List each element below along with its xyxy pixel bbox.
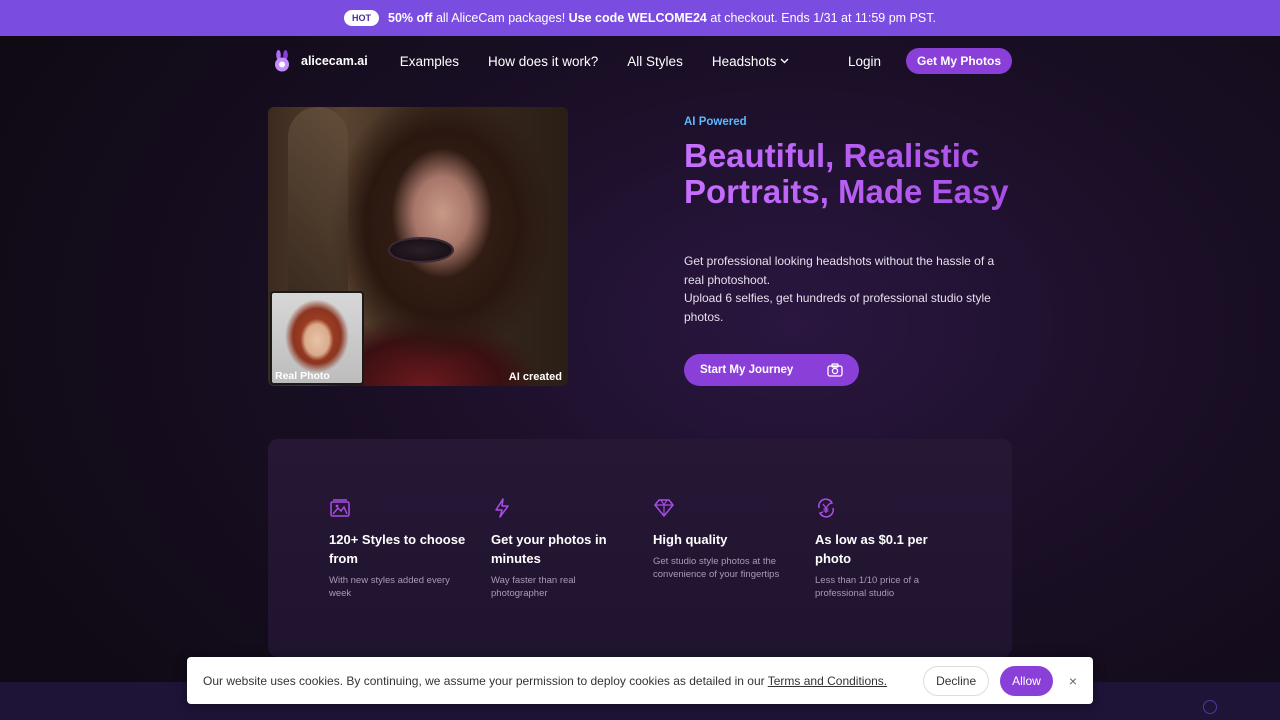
cookie-message: Our website uses cookies. By continuing,…: [203, 673, 768, 688]
login-link[interactable]: Login: [848, 54, 881, 69]
hero-subtext: Get professional looking headshots witho…: [684, 252, 1014, 326]
close-icon[interactable]: ×: [1069, 673, 1077, 689]
start-my-journey-label: Start My Journey: [700, 364, 794, 376]
hero-headline: Beautiful, Realistic Portraits, Made Eas…: [684, 138, 1014, 210]
features-panel: 120+ Styles to choose from With new styl…: [268, 439, 1012, 657]
real-photo-thumbnail: Real Photo: [270, 291, 364, 385]
terms-link[interactable]: Terms and Conditions.: [768, 674, 887, 688]
logo[interactable]: alicecam.ai: [273, 50, 368, 72]
feature-title: High quality: [653, 532, 728, 547]
promo-text-1: all AliceCam packages!: [432, 11, 569, 25]
nav-all-styles[interactable]: All Styles: [627, 54, 683, 69]
nav-how-it-works[interactable]: How does it work?: [488, 54, 598, 69]
background-arch: [288, 107, 348, 307]
eyebrow: AI Powered: [684, 116, 747, 128]
promo-code: Use code WELCOME24: [568, 11, 707, 25]
feature-desc: With new styles added every week: [329, 575, 450, 599]
feature-speed: Get your photos in minutes Way faster th…: [491, 497, 653, 657]
nav-headshots[interactable]: Headshots: [712, 54, 790, 69]
nav-examples[interactable]: Examples: [400, 54, 459, 69]
hero-subtext-1: Get professional looking headshots witho…: [684, 254, 995, 287]
feature-quality: High quality Get studio style photos at …: [653, 497, 815, 657]
diamond-icon: [654, 499, 674, 517]
hot-badge: HOT: [344, 10, 380, 26]
help-icon[interactable]: [1203, 700, 1217, 714]
yen-exchange-icon: [818, 498, 834, 518]
top-nav: alicecam.ai Examples How does it work? A…: [268, 44, 1012, 78]
feature-title: As low as $0.1 per photo: [815, 532, 928, 566]
feature-price: As low as $0.1 per photo Less than 1/10 …: [815, 497, 977, 657]
feature-title: 120+ Styles to choose from: [329, 532, 466, 566]
feature-title: Get your photos in minutes: [491, 532, 607, 566]
cookie-text: Our website uses cookies. By continuing,…: [203, 674, 923, 688]
bunny-logo-icon: [275, 50, 289, 72]
promo-text: 50% off all AliceCam packages! Use code …: [388, 11, 936, 25]
nav-headshots-label: Headshots: [711, 53, 777, 69]
feature-desc: Less than 1/10 price of a professional s…: [815, 575, 920, 599]
promo-banner: HOT 50% off all AliceCam packages! Use c…: [0, 0, 1280, 36]
hero-subtext-2: Upload 6 selfies, get hundreds of profes…: [684, 291, 991, 324]
feature-styles: 120+ Styles to choose from With new styl…: [329, 497, 491, 657]
feature-desc: Way faster than real photographer: [491, 575, 576, 599]
image-gallery-icon: [330, 499, 350, 517]
chevron-down-icon: [780, 58, 789, 64]
camera-icon: [827, 363, 843, 377]
choker-detail: [390, 239, 452, 261]
real-photo-label: Real Photo: [275, 370, 330, 382]
logo-text: alicecam.ai: [301, 54, 368, 68]
promo-discount: 50% off: [388, 11, 433, 25]
decline-button[interactable]: Decline: [923, 665, 990, 696]
feature-desc: Get studio style photos at the convenien…: [653, 556, 780, 580]
cookie-banner: Our website uses cookies. By continuing,…: [187, 657, 1093, 704]
get-my-photos-button[interactable]: Get My Photos: [905, 48, 1012, 74]
ai-created-label: AI created: [508, 371, 562, 383]
lightning-icon: [495, 498, 509, 518]
allow-button[interactable]: Allow: [1000, 665, 1053, 696]
start-my-journey-button[interactable]: Start My Journey: [684, 354, 859, 386]
promo-text-2: at checkout. Ends 1/31 at 11:59 pm PST.: [706, 11, 936, 25]
